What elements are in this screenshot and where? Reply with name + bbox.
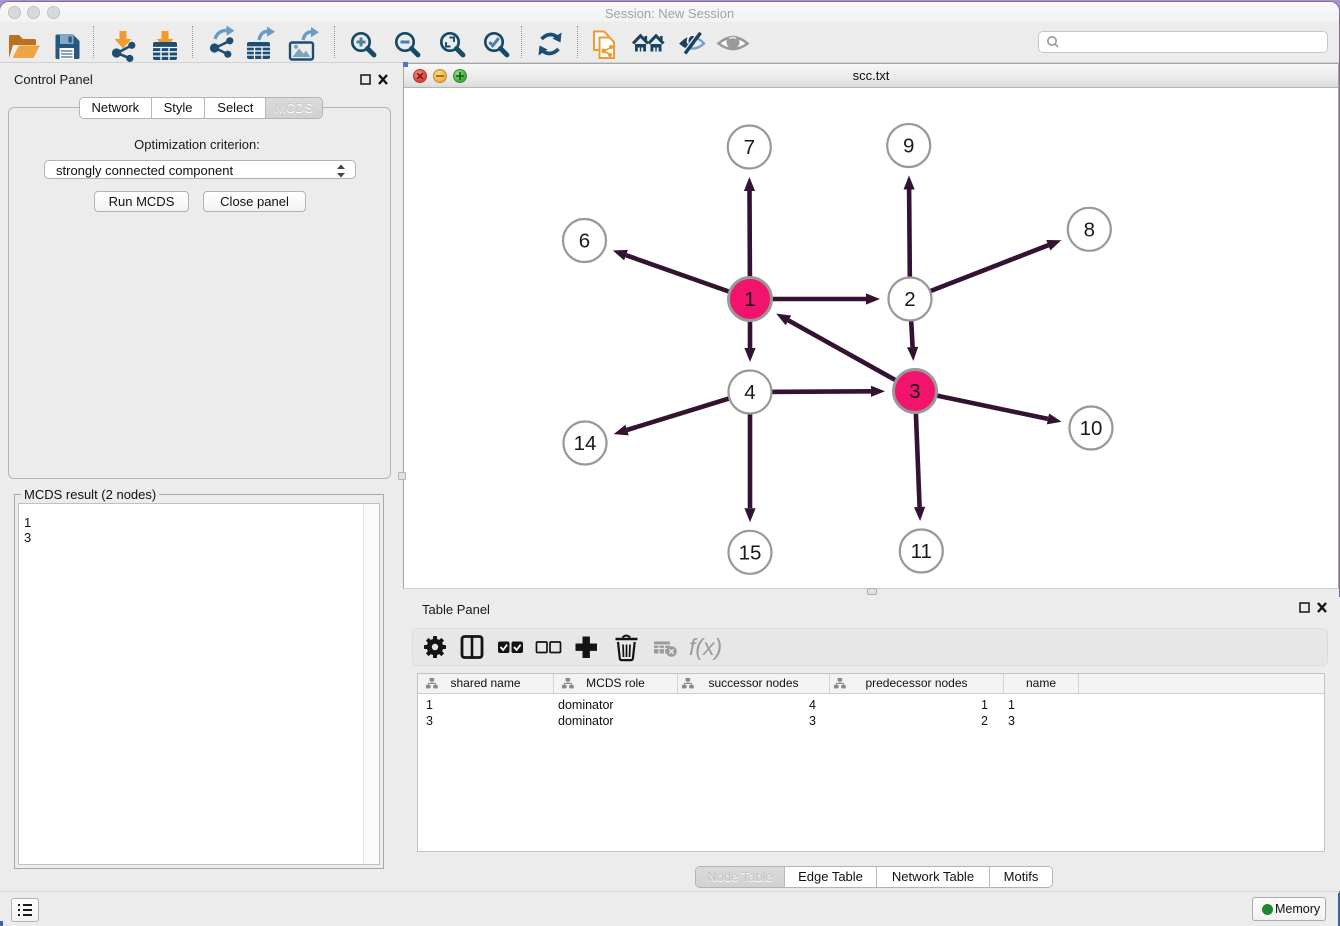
svg-text:f(x): f(x) [689,634,722,660]
svg-text:4: 4 [744,381,755,404]
svg-text:15: 15 [739,541,762,564]
svg-text:7: 7 [744,136,755,159]
svg-text:14: 14 [574,432,597,455]
svg-text:11: 11 [911,540,932,563]
svg-text:6: 6 [579,230,590,253]
svg-text:9: 9 [903,135,914,158]
svg-text:10: 10 [1080,417,1103,440]
svg-text:8: 8 [1084,218,1095,241]
svg-text:2: 2 [904,288,915,311]
svg-text:3: 3 [909,380,920,403]
svg-text:1: 1 [744,288,755,311]
